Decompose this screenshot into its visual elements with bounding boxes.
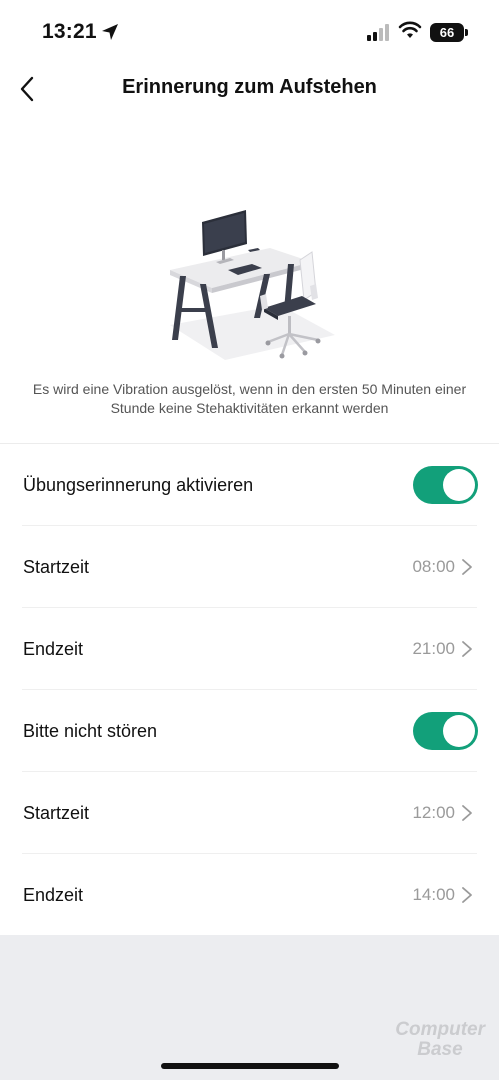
battery-icon: 66 [430,23,464,42]
row-label: Endzeit [23,638,84,659]
start-time-row[interactable]: Startzeit 08:00 [0,526,499,608]
row-label: Übungserinnerung aktivieren [23,474,254,495]
desk-illustration [170,210,335,360]
row-label: Endzeit [23,884,84,905]
wifi-icon [398,21,422,38]
cellular-signal-icon [367,24,389,41]
battery-tip [465,29,468,36]
page-title: Erinnerung zum Aufstehen [122,76,377,98]
row-label: Bitte nicht stören [23,720,158,741]
location-arrow-icon [102,24,118,40]
do-not-disturb-toggle-row[interactable]: Bitte nicht stören [0,690,499,772]
exercise-reminder-toggle[interactable] [413,466,478,504]
dnd-end-time-row[interactable]: Endzeit 14:00 [0,854,499,936]
watermark-line2: Base [417,1039,463,1060]
reminder-description: Es wird eine Vibration ausgelöst, wenn i… [32,381,467,416]
dnd-start-time-value: 12:00 [412,803,455,822]
toggle-knob [443,715,475,747]
end-time-value: 21:00 [412,639,455,658]
chevron-right-icon [462,559,472,575]
home-indicator[interactable] [161,1063,339,1069]
chevron-right-icon [462,805,472,821]
chevron-right-icon [462,641,472,657]
status-bar: 13:21 66 [0,0,499,66]
nav-bar: Erinnerung zum Aufstehen [0,66,499,112]
watermark-line1: Computer [395,1019,485,1040]
row-label: Startzeit [23,802,90,823]
do-not-disturb-toggle[interactable] [413,712,478,750]
chevron-right-icon [462,887,472,903]
settings-list: Übungserinnerung aktivieren Startzeit 08… [0,444,499,936]
start-time-value: 08:00 [412,557,455,576]
toggle-knob [443,469,475,501]
exercise-reminder-toggle-row[interactable]: Übungserinnerung aktivieren [0,444,499,526]
status-time: 13:21 [42,20,97,43]
end-time-row[interactable]: Endzeit 21:00 [0,608,499,690]
row-label: Startzeit [23,556,90,577]
dnd-start-time-row[interactable]: Startzeit 12:00 [0,772,499,854]
watermark-logo: Computer Base [395,1020,485,1060]
dnd-end-time-value: 14:00 [412,885,455,904]
battery-level: 66 [439,25,455,40]
